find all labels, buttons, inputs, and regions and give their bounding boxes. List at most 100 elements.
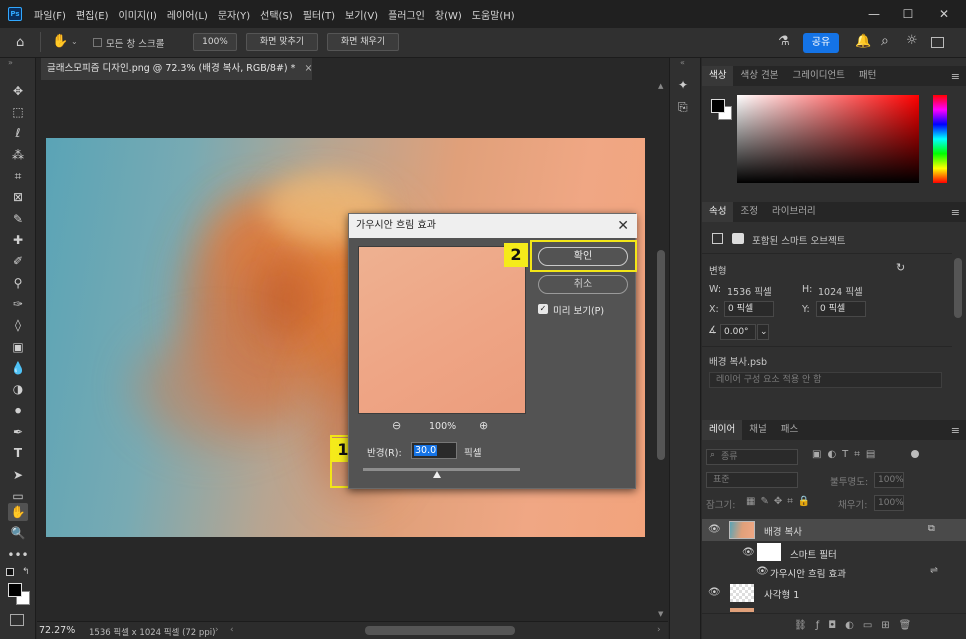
radius-slider-handle[interactable] [433,471,441,478]
menu-window[interactable]: 창(W) [435,7,462,22]
tab-channels[interactable]: 채널 [742,420,773,440]
share-button[interactable]: 공유 [803,33,839,53]
scroll-right-icon[interactable]: › [657,625,661,635]
tab-layers[interactable]: 레이어 [702,420,743,440]
scrollbar-thumb[interactable] [657,250,665,460]
menu-select[interactable]: 선택(S) [260,7,293,22]
opacity-field[interactable]: 100% [874,472,904,488]
collapse-icon[interactable]: « [680,58,685,67]
zoom-tool-icon[interactable]: 🔍 [8,524,28,542]
layer-row-smart-filters[interactable]: 👁 스마트 필터 [702,542,966,564]
menu-view[interactable]: 보기(V) [345,7,378,22]
swap-colors-icon[interactable]: ↰ [22,567,30,577]
magic-wand-tool-icon[interactable]: ⁂ [8,146,28,164]
chevron-right-icon[interactable]: › [215,625,219,635]
menu-layer[interactable]: 레이어(L) [167,7,208,22]
burn-tool-icon[interactable]: ⚫ [8,402,28,420]
quick-mask-icon[interactable] [10,614,24,626]
color-foreground-swatch[interactable] [711,99,725,113]
history-brush-tool-icon[interactable]: ✑ [8,295,28,313]
menu-plugins[interactable]: 플러그인 [388,7,425,22]
height-value[interactable]: 1024 픽셀 [818,284,863,298]
y-position-field[interactable]: 0 픽셀 [816,301,866,317]
menu-help[interactable]: 도움말(H) [472,7,515,22]
foreground-color-swatch[interactable] [8,583,22,597]
hue-slider[interactable] [933,95,947,183]
history-icon[interactable]: ⎘ [678,100,688,115]
fill-field[interactable]: 100% [874,495,904,511]
layer-comp-select[interactable]: 레이어 구성 요소 적용 안 함 [709,372,942,388]
layer-footer-icons[interactable]: ⛓ƒ◘◐▭⊞🗑 [794,620,920,631]
gradient-tool-icon[interactable]: ▣ [8,338,28,356]
workspace-icon[interactable] [931,37,944,48]
visibility-eye-icon[interactable]: 👁 [742,547,755,558]
close-tab-icon[interactable]: × [304,63,312,74]
search-icon[interactable]: ⌕ [881,33,889,49]
layer-row-rectangle[interactable]: 👁 사각형 1 [702,582,966,604]
vertical-scrollbar[interactable]: ▲ ▼ [655,80,667,621]
preview-checkbox[interactable]: ✓ [538,304,548,314]
marquee-tool-icon[interactable]: ⬚ [8,103,28,121]
angle-dropdown-icon[interactable]: ⌄ [757,324,769,340]
hand-tool-icon[interactable]: ✋ [52,34,68,49]
magic-sparkle-icon[interactable]: ✦ [678,78,688,92]
maximize-button[interactable]: ☐ [892,0,924,28]
scroll-all-checkbox[interactable] [93,38,102,47]
default-colors-icon[interactable] [6,568,14,576]
menu-type[interactable]: 문자(Y) [218,7,250,22]
menu-filter[interactable]: 필터(T) [303,7,335,22]
clone-stamp-tool-icon[interactable]: ⚲ [8,274,28,292]
angle-field[interactable]: 0.00° [720,324,756,340]
tab-patterns[interactable]: 패턴 [852,66,883,86]
brush-tool-icon[interactable]: ✐ [8,252,28,270]
blend-mode-select[interactable]: 표준 [706,472,798,488]
visibility-eye-icon[interactable]: 👁 [708,524,721,535]
document-tab[interactable]: 글래스모피즘 디자인.png @ 72.3% (배경 복사, RGB/8#) *… [41,58,312,80]
tab-paths[interactable]: 패스 [774,420,805,440]
layer-row-background-copy[interactable]: 👁 배경 복사 ⧉ [702,519,966,541]
mask-icon[interactable] [732,233,744,244]
tab-adjustments[interactable]: 조정 [733,202,764,222]
move-tool-icon[interactable]: ✥ [8,82,28,100]
cancel-button[interactable]: 취소 [538,275,628,294]
zoom-out-icon[interactable]: ⊖ [392,419,401,432]
dodge-tool-icon[interactable]: ◑ [8,380,28,398]
layer-filter-select[interactable]: 종류 [706,449,798,465]
hand-tool-icon[interactable]: ✋ [8,503,28,521]
lasso-tool-icon[interactable]: ℓ [8,124,28,142]
tab-color[interactable]: 색상 [702,66,734,86]
zoom-100-button[interactable]: 100% [193,33,237,51]
fill-screen-button[interactable]: 화면 채우기 [327,33,399,51]
path-selection-tool-icon[interactable]: ➤ [8,466,28,484]
panel-menu-icon[interactable]: ≡ [951,206,960,219]
menu-edit[interactable]: 편집(E) [76,7,109,22]
labs-flask-icon[interactable]: ⚗ [778,34,790,49]
tab-gradients[interactable]: 그레이디언트 [785,66,851,86]
panel-menu-icon[interactable]: ≡ [951,70,960,83]
layer-row-gaussian-blur[interactable]: 👁 가우시안 흐림 효과 ⇌ [702,562,966,584]
zoom-in-icon[interactable]: ⊕ [479,419,488,432]
tab-properties[interactable]: 속성 [702,202,734,222]
collapse-icon[interactable]: » [8,58,13,67]
lock-icons[interactable]: ▦✎✥⌗🔒 [746,496,815,507]
more-tools-icon[interactable]: ••• [7,546,28,564]
panel-menu-icon[interactable]: ≡ [951,424,960,437]
filter-preview[interactable] [358,246,526,414]
crop-tool-icon[interactable]: ⌗ [8,167,28,185]
scroll-up-icon[interactable]: ▲ [658,82,663,90]
color-picker-field[interactable] [737,95,919,183]
horizontal-scrollbar-thumb[interactable] [365,626,515,635]
blur-tool-icon[interactable]: 💧 [8,359,28,377]
pen-tool-icon[interactable]: ✒ [8,423,28,441]
lightbulb-icon[interactable]: ☼ [906,33,918,48]
tab-swatches[interactable]: 색상 견본 [733,66,785,86]
scroll-down-icon[interactable]: ▼ [658,610,663,618]
home-icon[interactable]: ⌂ [16,35,24,50]
eraser-tool-icon[interactable]: ◊ [8,316,28,334]
document-info[interactable]: 1536 픽셀 x 1024 픽셀 (72 ppi) [89,626,215,638]
eyedropper-tool-icon[interactable]: ✎ [8,210,28,228]
visibility-eye-icon[interactable]: 👁 [708,587,721,598]
fit-screen-button[interactable]: 화면 맞추기 [246,33,318,51]
filter-toggle-icon[interactable] [911,450,919,458]
minimize-button[interactable]: — [858,0,890,28]
